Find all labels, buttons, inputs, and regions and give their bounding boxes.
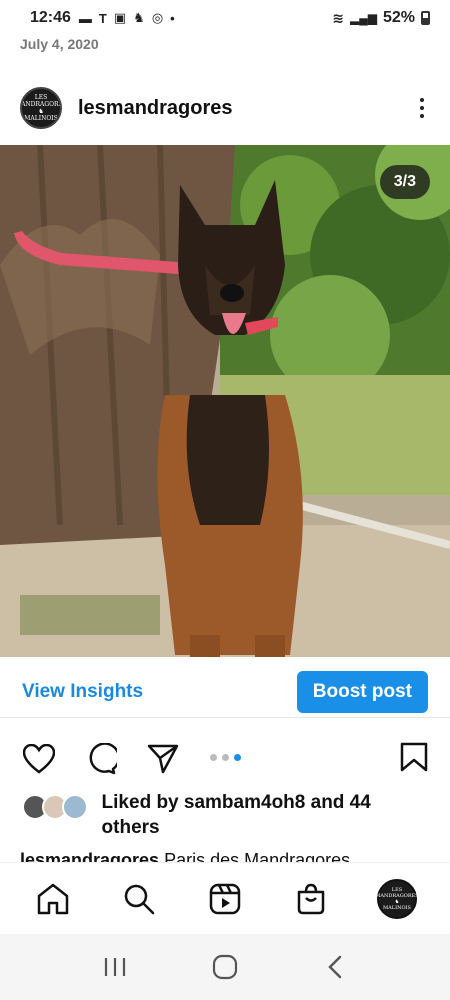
shop-icon[interactable] (289, 877, 333, 921)
back-icon[interactable] (315, 947, 355, 987)
avatar-logo: LESMANDRAGORES♞MALINOIS (21, 94, 60, 122)
save-bookmark-icon[interactable] (400, 742, 428, 777)
boost-post-button[interactable]: Boost post (296, 670, 428, 713)
cat-icon: ♞ (133, 10, 145, 25)
wifi-icon: ≋ (332, 9, 344, 26)
carousel-dot-active (234, 754, 241, 761)
carousel-dot (222, 754, 229, 761)
recent-apps-icon[interactable] (95, 947, 135, 987)
status-right: ≋ ▂▄▆ 52% (332, 9, 430, 27)
post-actions (0, 734, 450, 784)
comment-icon[interactable] (84, 742, 118, 776)
status-bar: 12:46 ▬ T ▣ ♞ ◎ • ≋ ▂▄▆ 52% (0, 0, 450, 36)
home-button-icon[interactable] (205, 947, 245, 987)
message-icon: ▬ (78, 10, 92, 26)
carousel-dot (210, 754, 217, 761)
avatar[interactable]: LESMANDRAGORES♞MALINOIS (20, 87, 62, 129)
profile-avatar-logo: LES MANDRAGORES ♞ MALINOIS (375, 886, 419, 911)
translate-icon: ▣ (113, 10, 127, 25)
post-username[interactable]: lesmandragores (78, 97, 233, 120)
post-date: July 4, 2020 (20, 36, 99, 52)
bottom-nav: LES MANDRAGORES ♞ MALINOIS (0, 862, 450, 934)
likes-row: Liked by sambam4oh8 and 44 others (22, 790, 432, 840)
post-image[interactable]: 3/3 (0, 145, 450, 657)
dot-icon: • (170, 10, 175, 26)
carousel-dots (210, 754, 241, 761)
instagram-icon: ◎ (151, 10, 164, 25)
battery-icon (421, 11, 430, 25)
more-options-icon[interactable] (414, 94, 430, 122)
profile-tab[interactable]: LES MANDRAGORES ♞ MALINOIS (375, 877, 419, 921)
system-nav-bar (0, 934, 450, 1000)
like-heart-icon[interactable] (22, 742, 56, 776)
share-send-icon[interactable] (146, 742, 180, 776)
insights-row: View Insights Boost post (0, 666, 450, 718)
status-time: 12:46 (30, 9, 71, 26)
liker-avatar (62, 794, 88, 820)
image-counter: 3/3 (379, 165, 430, 199)
notification-icons: ▬ T ▣ ♞ ◎ • (79, 10, 175, 26)
reels-icon[interactable] (203, 877, 247, 921)
t-mobile-icon: T (98, 10, 107, 26)
likes-text[interactable]: Liked by sambam4oh8 and 44 others (102, 790, 432, 840)
liker-avatars[interactable] (22, 794, 92, 824)
home-icon[interactable] (31, 877, 75, 921)
battery-percent: 52% (382, 9, 415, 26)
dog-photo (0, 145, 450, 657)
post-header: LESMANDRAGORES♞MALINOIS lesmandragores (0, 82, 450, 134)
profile-avatar: LES MANDRAGORES ♞ MALINOIS (375, 878, 419, 919)
search-icon[interactable] (117, 877, 161, 921)
signal-icon: ▂▄▆ (350, 11, 377, 25)
view-insights-link[interactable]: View Insights (22, 681, 143, 703)
